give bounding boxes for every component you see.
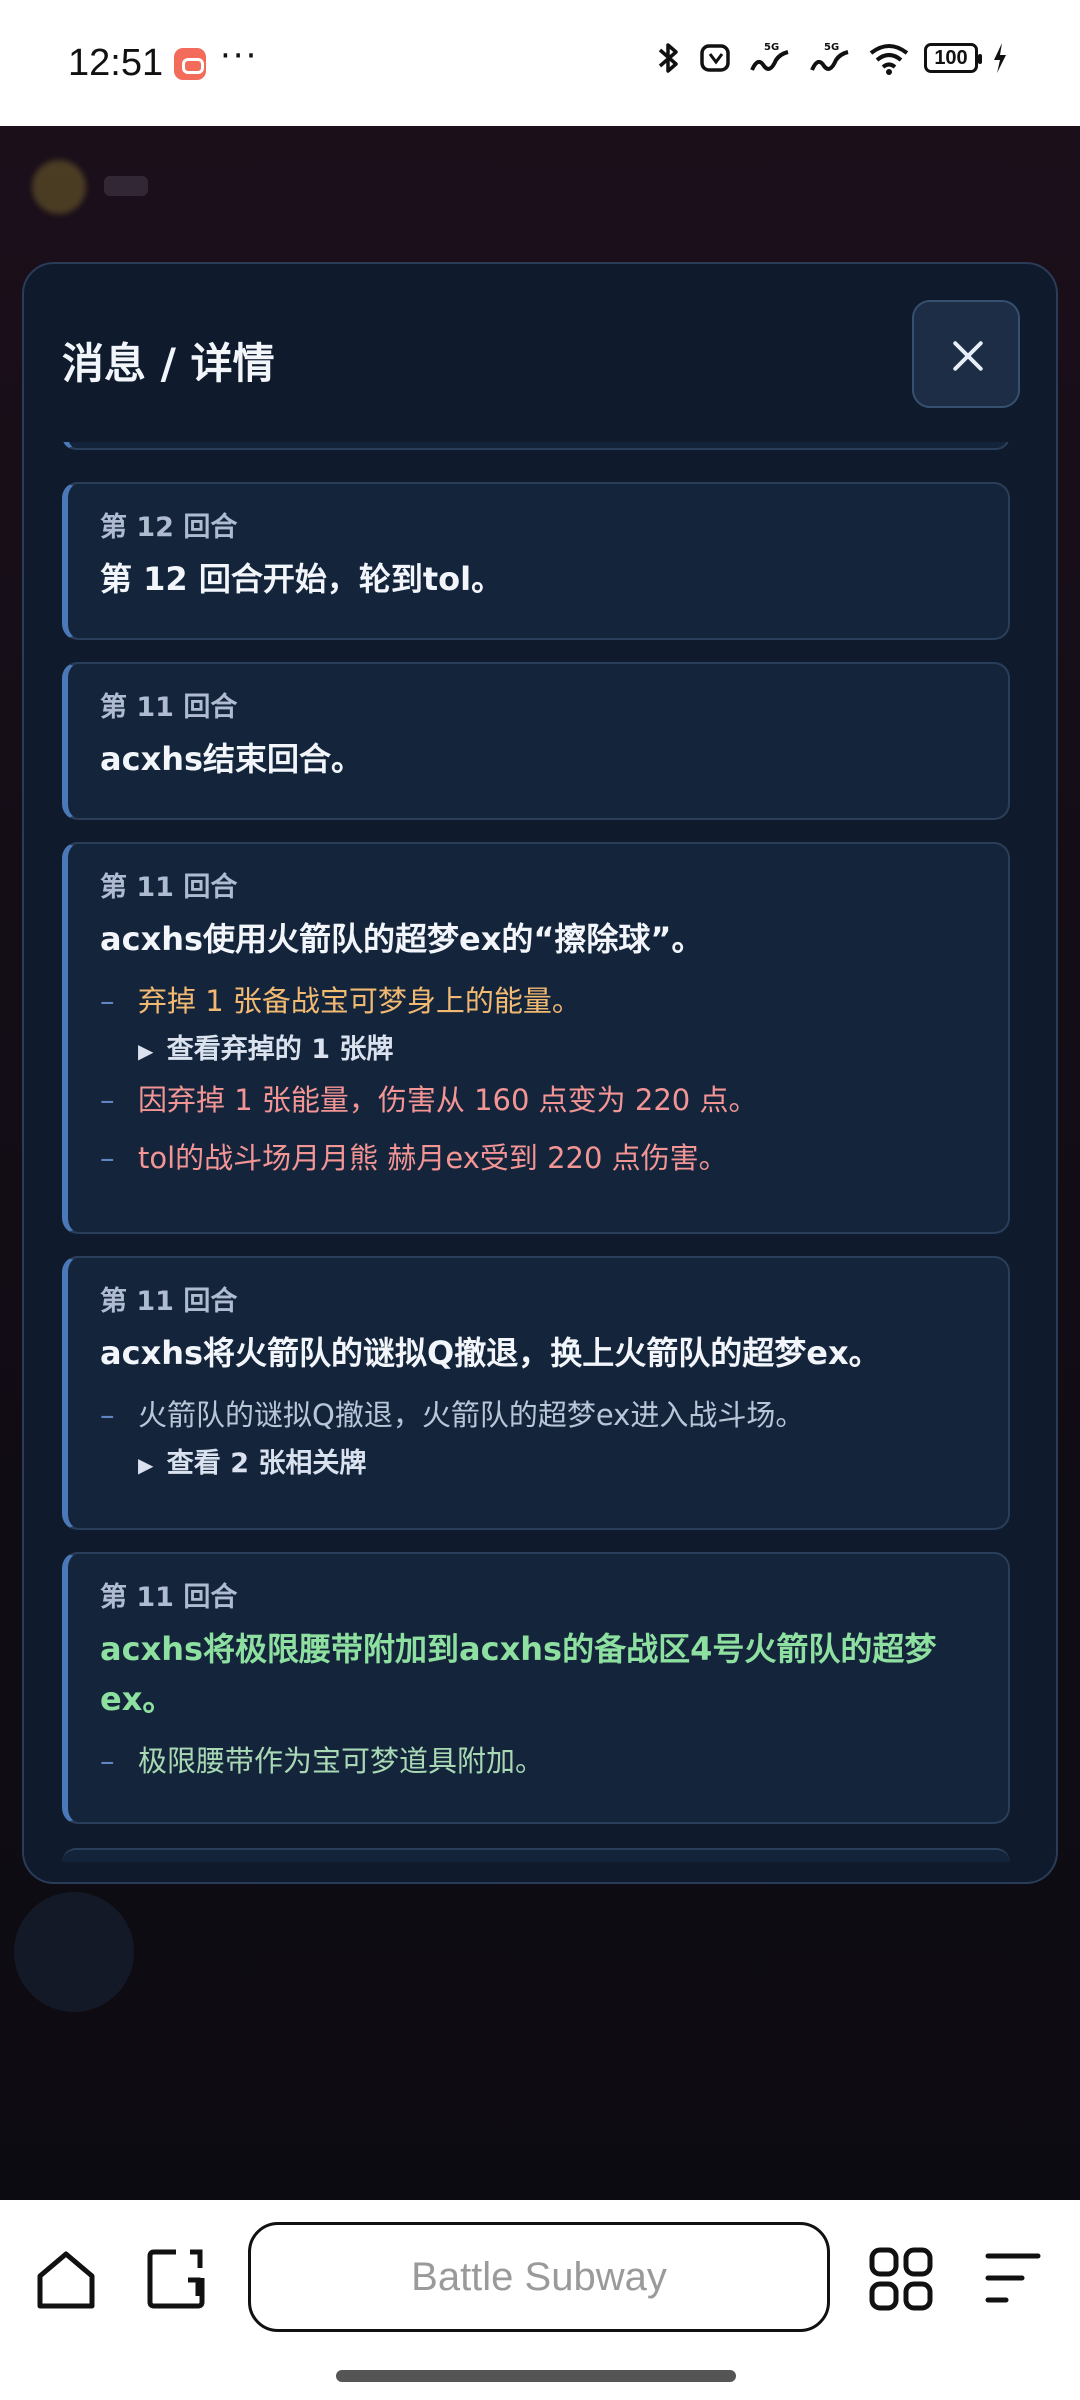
log-message: acxhs将火箭队的谜拟Q撤退，换上火箭队的超梦ex。 bbox=[100, 1334, 881, 1372]
log-list[interactable]: 第 12 回合 第 12 回合开始，轮到tol。 第 11 回合 acxhs结束… bbox=[24, 442, 1056, 1882]
round-label: 第 11 回合 bbox=[100, 692, 238, 723]
log-card: 第 11 回合 acxhs将火箭队的谜拟Q撤退，换上火箭队的超梦ex。 – 火箭… bbox=[62, 1256, 1010, 1530]
wifi-icon bbox=[869, 44, 909, 75]
nfc-icon bbox=[700, 44, 730, 72]
browser-bottom-bar: Battle Subway bbox=[0, 2200, 1080, 2400]
expand-triangle-icon: ▶ bbox=[138, 1039, 154, 1063]
round-label: 第 11 回合 bbox=[100, 872, 238, 903]
round-label: 第 11 回合 bbox=[100, 1582, 238, 1613]
message-detail-modal: 消息 / 详情 第 12 回合 第 12 回合开始，轮到tol。 第 11 回合… bbox=[22, 262, 1058, 1884]
log-message: acxhs使用火箭队的超梦ex的“擦除球”。 bbox=[100, 920, 704, 958]
battery-icon: 100 bbox=[924, 43, 982, 73]
round-label: 第 11 回合 bbox=[100, 1286, 238, 1317]
status-time: 12:51 bbox=[68, 42, 164, 84]
log-detail: – 火箭队的谜拟Q撤退，火箭队的超梦ex进入战斗场。 bbox=[100, 1398, 805, 1432]
avatar bbox=[32, 160, 86, 214]
charging-icon bbox=[994, 43, 1006, 73]
notification-app-icon bbox=[174, 48, 206, 80]
log-detail: – 弃掉 1 张备战宝可梦身上的能量。 bbox=[100, 984, 581, 1018]
log-card: 第 12 回合 第 12 回合开始，轮到tol。 bbox=[62, 482, 1010, 640]
apps-grid-icon[interactable] bbox=[868, 2246, 934, 2312]
status-bar: 12:51 ··· 5G 5G 100 bbox=[0, 0, 1080, 126]
view-related-cards-toggle[interactable]: ▶ 查看 2 张相关牌 bbox=[100, 1444, 980, 1485]
more-notifications-icon: ··· bbox=[220, 36, 259, 76]
bluetooth-icon bbox=[658, 43, 678, 73]
modal-header: 消息 / 详情 bbox=[24, 264, 1056, 442]
home-indicator[interactable] bbox=[336, 2370, 736, 2382]
chat-button bbox=[14, 1892, 134, 2012]
log-detail: – 极限腰带作为宝可梦道具附加。 bbox=[100, 1744, 545, 1778]
modal-title: 消息 / 详情 bbox=[62, 339, 275, 388]
round-label: 第 12 回合 bbox=[100, 512, 238, 543]
svg-text:5G: 5G bbox=[764, 42, 779, 53]
log-card: 第 11 回合 acxhs使用火箭队的超梦ex的“擦除球”。 – 弃掉 1 张备… bbox=[62, 842, 1010, 1234]
background-text bbox=[104, 176, 148, 196]
log-message: 第 12 回合开始，轮到tol。 bbox=[100, 560, 504, 598]
log-detail: – tol的战斗场月月熊 赫月ex受到 220 点伤害。 bbox=[100, 1141, 728, 1175]
status-icons: 5G 5G 100 bbox=[654, 40, 1008, 76]
home-icon[interactable] bbox=[34, 2248, 98, 2312]
address-bar[interactable]: Battle Subway bbox=[248, 2222, 830, 2332]
log-card-partial bbox=[62, 442, 1010, 450]
signal-5g-icon: 5G bbox=[750, 42, 789, 71]
tabs-icon[interactable] bbox=[146, 2246, 208, 2312]
svg-text:5G: 5G bbox=[824, 42, 839, 53]
log-message: acxhs结束回合。 bbox=[100, 740, 364, 778]
view-discarded-cards-toggle[interactable]: ▶ 查看弃掉的 1 张牌 bbox=[100, 1030, 980, 1071]
log-detail: – 因弃掉 1 张能量，伤害从 160 点变为 220 点。 bbox=[100, 1083, 758, 1117]
log-card: 第 11 回合 acxhs将极限腰带附加到acxhs的备战区4号火箭队的超梦ex… bbox=[62, 1552, 1010, 1824]
close-button[interactable] bbox=[912, 300, 1020, 408]
expand-triangle-icon: ▶ bbox=[138, 1453, 154, 1477]
app-background: 消息 / 详情 第 12 回合 第 12 回合开始，轮到tol。 第 11 回合… bbox=[0, 126, 1080, 2200]
log-message: acxhs将极限腰带附加到acxhs的备战区4号火箭队的超梦ex。 bbox=[100, 1630, 937, 1718]
signal-5g-icon: 5G bbox=[810, 42, 849, 71]
log-card-partial bbox=[62, 1848, 1010, 1862]
log-card: 第 11 回合 acxhs结束回合。 bbox=[62, 662, 1010, 820]
address-bar-text: Battle Subway bbox=[411, 2254, 667, 2299]
menu-icon[interactable] bbox=[984, 2250, 1042, 2306]
